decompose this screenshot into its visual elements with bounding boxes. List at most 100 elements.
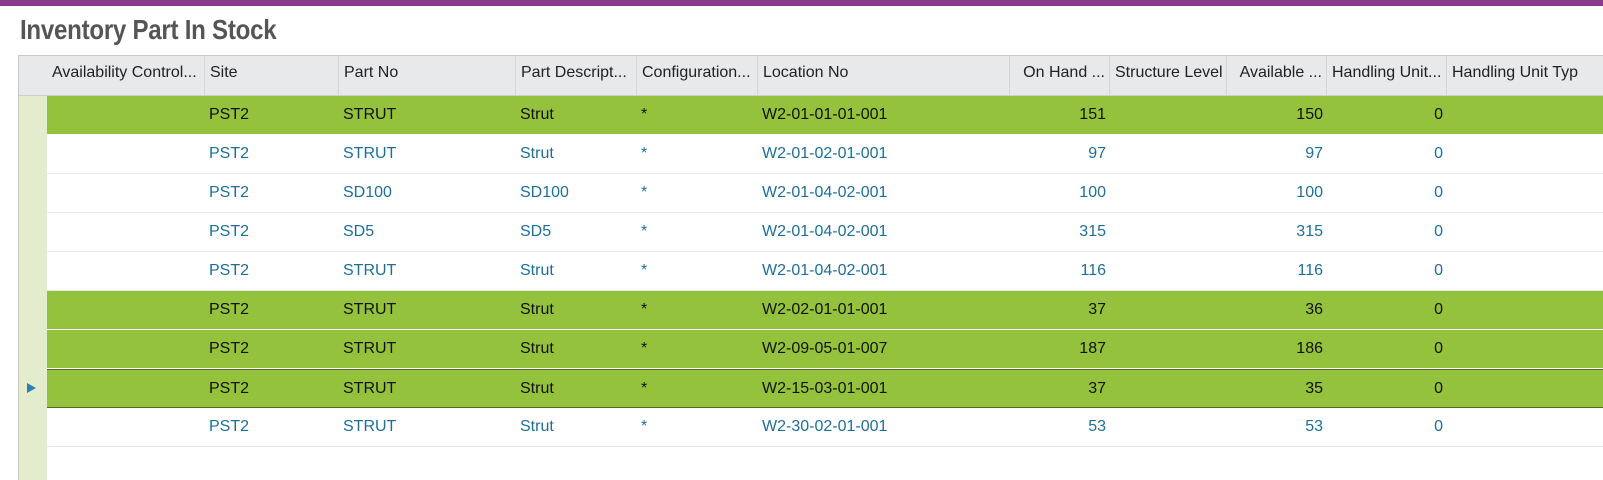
cell-location-no[interactable]: W2-30-02-01-001 xyxy=(758,408,1010,446)
cell-structure-level[interactable] xyxy=(1110,330,1227,368)
table-row[interactable]: PST2 STRUT Strut * W2-09-05-01-007 187 186 0 xyxy=(47,330,1603,369)
cell-location-no[interactable]: W2-01-04-02-001 xyxy=(758,252,1010,290)
column-header-handling-unit[interactable]: Handling Unit... xyxy=(1327,56,1447,95)
column-header-on-hand[interactable]: On Hand ... xyxy=(1010,56,1110,95)
cell-on-hand[interactable]: 97 xyxy=(1010,135,1110,173)
column-header-available[interactable]: Available ... xyxy=(1227,56,1327,95)
cell-part-no[interactable]: SD100 xyxy=(339,174,516,212)
cell-site[interactable]: PST2 xyxy=(205,408,339,446)
cell-handling-unit[interactable]: 0 xyxy=(1327,213,1447,251)
column-header-site[interactable]: Site xyxy=(205,56,339,95)
cell-site[interactable]: PST2 xyxy=(205,291,339,329)
cell-handling-unit-type[interactable] xyxy=(1447,330,1603,368)
cell-structure-level[interactable] xyxy=(1110,370,1227,408)
cell-part-description[interactable]: Strut xyxy=(516,96,637,134)
cell-availability-control[interactable] xyxy=(47,96,205,134)
cell-part-no[interactable]: STRUT xyxy=(339,370,516,408)
cell-on-hand[interactable]: 187 xyxy=(1010,330,1110,368)
cell-handling-unit-type[interactable] xyxy=(1447,135,1603,173)
cell-on-hand[interactable]: 37 xyxy=(1010,370,1110,408)
cell-handling-unit-type[interactable] xyxy=(1447,96,1603,134)
cell-handling-unit-type[interactable] xyxy=(1447,408,1603,446)
cell-part-no[interactable]: STRUT xyxy=(339,252,516,290)
cell-site[interactable]: PST2 xyxy=(205,330,339,368)
cell-handling-unit[interactable]: 0 xyxy=(1327,135,1447,173)
cell-location-no[interactable]: W2-01-02-01-001 xyxy=(758,135,1010,173)
table-row[interactable]: PST2 STRUT Strut * W2-02-01-01-001 37 36 0 xyxy=(47,291,1603,330)
column-header-part-description[interactable]: Part Descript... xyxy=(516,56,637,95)
cell-site[interactable]: PST2 xyxy=(205,135,339,173)
cell-availability-control[interactable] xyxy=(47,252,205,290)
cell-handling-unit[interactable]: 0 xyxy=(1327,96,1447,134)
cell-on-hand[interactable]: 53 xyxy=(1010,408,1110,446)
cell-configuration[interactable]: * xyxy=(637,174,758,212)
cell-part-no[interactable]: STRUT xyxy=(339,291,516,329)
cell-location-no[interactable]: W2-15-03-01-001 xyxy=(758,370,1010,408)
cell-on-hand[interactable]: 315 xyxy=(1010,213,1110,251)
cell-on-hand[interactable]: 100 xyxy=(1010,174,1110,212)
column-header-part-no[interactable]: Part No xyxy=(339,56,516,95)
column-header-availability-control[interactable]: Availability Control... xyxy=(47,56,205,95)
table-row[interactable]: PST2 STRUT Strut * W2-30-02-01-001 53 53 0 xyxy=(47,408,1603,447)
cell-part-description[interactable]: Strut xyxy=(516,252,637,290)
cell-handling-unit-type[interactable] xyxy=(1447,213,1603,251)
cell-availability-control[interactable] xyxy=(47,213,205,251)
cell-configuration[interactable]: * xyxy=(637,408,758,446)
cell-available[interactable]: 36 xyxy=(1227,291,1327,329)
cell-on-hand[interactable]: 37 xyxy=(1010,291,1110,329)
cell-part-no[interactable]: STRUT xyxy=(339,330,516,368)
cell-part-description[interactable]: Strut xyxy=(516,408,637,446)
row-selector-column[interactable] xyxy=(19,96,47,480)
cell-availability-control[interactable] xyxy=(47,291,205,329)
cell-availability-control[interactable] xyxy=(47,174,205,212)
cell-location-no[interactable]: W2-02-01-01-001 xyxy=(758,291,1010,329)
table-row[interactable]: PST2 STRUT Strut * W2-15-03-01-001 37 35 0 xyxy=(47,369,1603,408)
column-header-structure-level[interactable]: Structure Level xyxy=(1110,56,1227,95)
cell-structure-level[interactable] xyxy=(1110,135,1227,173)
cell-site[interactable]: PST2 xyxy=(205,213,339,251)
cell-site[interactable]: PST2 xyxy=(205,96,339,134)
cell-handling-unit[interactable]: 0 xyxy=(1327,408,1447,446)
table-row[interactable]: PST2 STRUT Strut * W2-01-01-01-001 151 150 0 xyxy=(47,96,1603,135)
cell-handling-unit[interactable]: 0 xyxy=(1327,330,1447,368)
cell-location-no[interactable]: W2-09-05-01-007 xyxy=(758,330,1010,368)
cell-available[interactable]: 116 xyxy=(1227,252,1327,290)
table-row[interactable]: PST2 SD100 SD100 * W2-01-04-02-001 100 100 0 xyxy=(47,174,1603,213)
cell-structure-level[interactable] xyxy=(1110,96,1227,134)
cell-configuration[interactable]: * xyxy=(637,370,758,408)
cell-available[interactable]: 100 xyxy=(1227,174,1327,212)
cell-location-no[interactable]: W2-01-04-02-001 xyxy=(758,174,1010,212)
cell-part-no[interactable]: SD5 xyxy=(339,213,516,251)
table-row[interactable]: PST2 STRUT Strut * W2-01-04-02-001 116 116 0 xyxy=(47,252,1603,291)
cell-part-no[interactable]: STRUT xyxy=(339,96,516,134)
cell-handling-unit[interactable]: 0 xyxy=(1327,174,1447,212)
cell-handling-unit-type[interactable] xyxy=(1447,370,1603,408)
table-row[interactable]: PST2 STRUT Strut * W2-01-02-01-001 97 97 0 xyxy=(47,135,1603,174)
cell-part-description[interactable]: Strut xyxy=(516,291,637,329)
cell-available[interactable]: 53 xyxy=(1227,408,1327,446)
cell-structure-level[interactable] xyxy=(1110,408,1227,446)
cell-available[interactable]: 97 xyxy=(1227,135,1327,173)
cell-handling-unit-type[interactable] xyxy=(1447,174,1603,212)
cell-handling-unit[interactable]: 0 xyxy=(1327,252,1447,290)
cell-part-description[interactable]: SD5 xyxy=(516,213,637,251)
cell-part-description[interactable]: Strut xyxy=(516,330,637,368)
cell-site[interactable]: PST2 xyxy=(205,174,339,212)
cell-availability-control[interactable] xyxy=(47,135,205,173)
cell-configuration[interactable]: * xyxy=(637,330,758,368)
cell-structure-level[interactable] xyxy=(1110,291,1227,329)
cell-availability-control[interactable] xyxy=(47,408,205,446)
cell-available[interactable]: 186 xyxy=(1227,330,1327,368)
cell-availability-control[interactable] xyxy=(47,370,205,408)
cell-available[interactable]: 315 xyxy=(1227,213,1327,251)
cell-part-no[interactable]: STRUT xyxy=(339,135,516,173)
cell-part-no[interactable]: STRUT xyxy=(339,408,516,446)
cell-handling-unit-type[interactable] xyxy=(1447,252,1603,290)
cell-configuration[interactable]: * xyxy=(637,213,758,251)
cell-available[interactable]: 35 xyxy=(1227,370,1327,408)
cell-availability-control[interactable] xyxy=(47,330,205,368)
cell-handling-unit[interactable]: 0 xyxy=(1327,370,1447,408)
cell-structure-level[interactable] xyxy=(1110,252,1227,290)
cell-part-description[interactable]: Strut xyxy=(516,370,637,408)
cell-part-description[interactable]: SD100 xyxy=(516,174,637,212)
